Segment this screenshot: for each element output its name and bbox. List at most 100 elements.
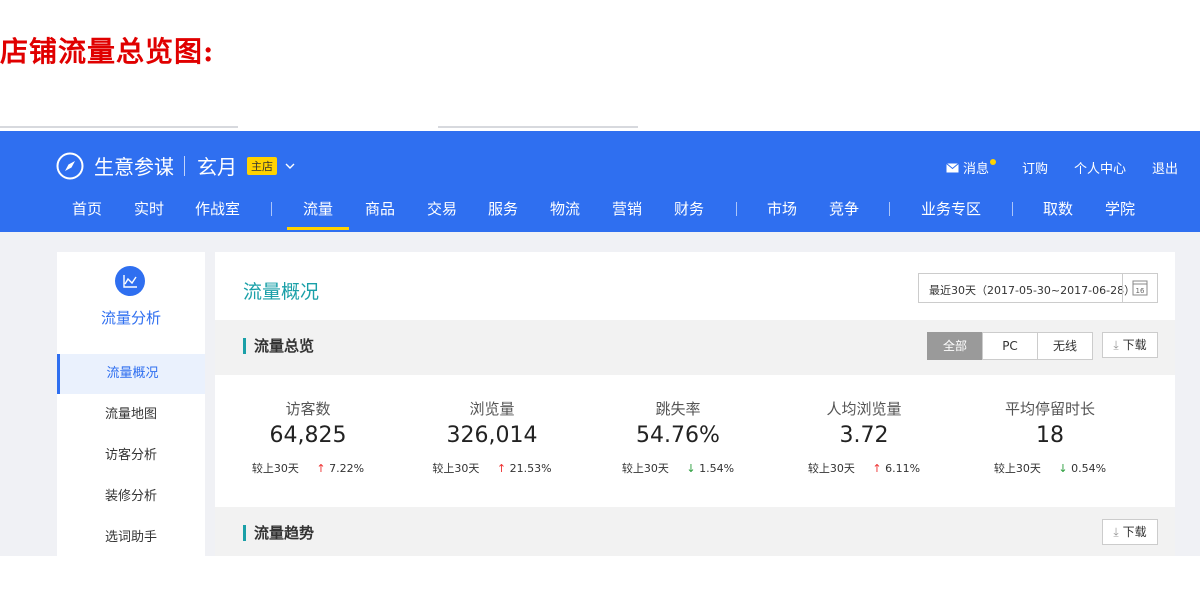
calendar-day: 16 xyxy=(1136,287,1145,295)
trend-title: 流量趋势 xyxy=(243,525,314,541)
brand-divider xyxy=(184,155,185,176)
subscribe-link[interactable]: 订购 xyxy=(1022,158,1048,177)
arrow-down-icon: ↓ xyxy=(686,462,696,475)
nav-item-finance[interactable]: 财务 xyxy=(674,198,704,219)
messages-link[interactable]: 消息 xyxy=(946,158,996,177)
nav-item-service[interactable]: 服务 xyxy=(488,198,518,219)
brand-name: 生意参谋 xyxy=(94,155,174,179)
nav-item-products[interactable]: 商品 xyxy=(365,198,395,219)
metric-pageviews: 浏览量 326,014 较上30天 ↑ 21.53% xyxy=(399,382,585,476)
download-label: 下载 xyxy=(1122,338,1147,352)
sidebar-item-traffic-map[interactable]: 流量地图 xyxy=(57,395,205,435)
notification-dot xyxy=(989,158,996,165)
metric-avg-stay-time: 平均停留时长 18 较上30天 ↓ 0.54% xyxy=(957,382,1143,476)
metric-value: 326,014 xyxy=(446,423,538,448)
compare-label: 较上30天 xyxy=(993,462,1041,475)
sidebar-title: 流量分析 xyxy=(100,309,161,327)
metric-label: 访客数 xyxy=(285,400,331,418)
profile-link[interactable]: 个人中心 xyxy=(1074,158,1126,177)
metric-compare: 较上30天 ↑ 7.22% xyxy=(215,460,401,476)
metric-value: 3.72 xyxy=(839,423,889,448)
filter-all-button[interactable]: 全部 xyxy=(927,332,983,360)
chevron-down-icon[interactable] xyxy=(285,161,295,171)
filter-pc-button[interactable]: PC xyxy=(982,332,1038,360)
compare-change: 1.54% xyxy=(699,462,735,475)
metric-value: 54.76% xyxy=(636,423,720,448)
main-nav: 首页 实时 作战室 流量 商品 交易 服务 物流 营销 财务 市场 竞争 业务专… xyxy=(0,191,1200,232)
sidebar-item-traffic-overview[interactable]: 流量概况 xyxy=(57,354,205,394)
metric-compare: 较上30天 ↓ 0.54% xyxy=(957,460,1143,476)
messages-label: 消息 xyxy=(962,162,989,177)
arrow-up-icon: ↑ xyxy=(316,462,326,475)
arrow-up-icon: ↑ xyxy=(872,462,882,475)
page-caption: 店铺流量总览图: xyxy=(0,35,215,68)
nav-item-logistics[interactable]: 物流 xyxy=(550,198,580,219)
nav-item-competition[interactable]: 竞争 xyxy=(829,198,859,219)
traffic-analysis-icon xyxy=(115,266,145,296)
calendar-icon[interactable]: 16 xyxy=(1122,274,1157,302)
compass-logo-icon xyxy=(56,152,84,179)
metric-bounce-rate: 跳失率 54.76% 较上30天 ↓ 1.54% xyxy=(585,382,771,476)
brand[interactable]: 生意参谋 玄月 主店 xyxy=(56,151,295,180)
sidebar-item-keyword-helper[interactable]: 选词助手 xyxy=(57,518,205,556)
nav-item-warroom[interactable]: 作战室 xyxy=(195,198,240,219)
app-header: 生意参谋 玄月 主店 消息 订购 个人中心 退出 首页 实时 作战室 流量 商品… xyxy=(0,131,1200,232)
trend-download-button[interactable]: ⤓ 下载 xyxy=(1102,519,1158,545)
nav-divider xyxy=(889,202,890,216)
metric-label: 人均浏览量 xyxy=(826,400,902,418)
metric-compare: 较上30天 ↓ 1.54% xyxy=(585,460,771,476)
metric-label: 跳失率 xyxy=(655,400,701,418)
arrow-down-icon: ↓ xyxy=(1058,462,1068,475)
download-icon: ⤓ xyxy=(1113,338,1119,352)
compare-label: 较上30天 xyxy=(251,462,299,475)
compare-label: 较上30天 xyxy=(621,462,669,475)
nav-item-market[interactable]: 市场 xyxy=(767,198,797,219)
nav-item-realtime[interactable]: 实时 xyxy=(134,198,164,219)
nav-item-home[interactable]: 首页 xyxy=(72,198,102,219)
overview-download-button[interactable]: ⤓ 下载 xyxy=(1102,332,1158,358)
arrow-up-icon: ↑ xyxy=(496,462,507,475)
metric-visitors: 访客数 64,825 较上30天 ↑ 7.22% xyxy=(215,382,401,476)
compare-change: 0.54% xyxy=(1071,462,1107,475)
main-content: 流量概况 最近30天（2017-05-30~2017-06-28） 16 流量总… xyxy=(215,252,1175,556)
shop-name[interactable]: 玄月 xyxy=(197,151,237,180)
app-screenshot: 生意参谋 玄月 主店 消息 订购 个人中心 退出 首页 实时 作战室 流量 商品… xyxy=(0,126,1200,556)
nav-item-academy[interactable]: 学院 xyxy=(1105,198,1135,219)
trend-header: 流量趋势 ⤓ 下载 xyxy=(215,507,1175,556)
date-range-picker[interactable]: 最近30天（2017-05-30~2017-06-28） 16 xyxy=(918,273,1158,303)
top-links: 消息 订购 个人中心 退出 xyxy=(920,158,1178,177)
page-title: 流量概况 xyxy=(243,281,320,303)
nav-divider xyxy=(271,202,272,216)
mail-icon xyxy=(946,162,959,172)
date-range-text: 最近30天（2017-05-30~2017-06-28） xyxy=(929,284,1136,297)
device-filter: 全部 PC 无线 xyxy=(927,332,1093,360)
compare-change: 21.53% xyxy=(509,462,552,475)
overview-header: 流量总览 全部 PC 无线 ⤓ 下载 xyxy=(215,320,1175,375)
nav-divider xyxy=(1012,202,1013,216)
filter-wireless-button[interactable]: 无线 xyxy=(1037,332,1093,360)
compare-label: 较上30天 xyxy=(807,462,855,475)
metric-value: 18 xyxy=(1036,423,1064,448)
download-icon: ⤓ xyxy=(1113,525,1119,539)
metric-compare: 较上30天 ↑ 6.11% xyxy=(771,460,957,476)
metric-value: 64,825 xyxy=(269,423,347,448)
shop-badge: 主店 xyxy=(247,156,277,175)
sidebar-item-visitor-analysis[interactable]: 访客分析 xyxy=(57,436,205,476)
compare-change: 6.11% xyxy=(885,462,921,475)
logout-link[interactable]: 退出 xyxy=(1152,158,1178,177)
download-label: 下载 xyxy=(1122,525,1147,539)
metric-compare: 较上30天 ↑ 21.53% xyxy=(399,460,585,476)
nav-item-data-fetch[interactable]: 取数 xyxy=(1043,198,1073,219)
nav-item-transactions[interactable]: 交易 xyxy=(427,198,457,219)
nav-item-traffic[interactable]: 流量 xyxy=(286,198,350,230)
metrics-row: 访客数 64,825 较上30天 ↑ 7.22% 浏览量 326,014 较上3… xyxy=(215,382,1175,502)
nav-item-business-zone[interactable]: 业务专区 xyxy=(921,198,981,219)
metric-pages-per-visitor: 人均浏览量 3.72 较上30天 ↑ 6.11% xyxy=(771,382,957,476)
compare-label: 较上30天 xyxy=(432,462,480,475)
sidebar-item-decoration-analysis[interactable]: 装修分析 xyxy=(57,477,205,517)
compare-change: 7.22% xyxy=(329,462,365,475)
nav-item-marketing[interactable]: 营销 xyxy=(612,198,642,219)
metric-label: 平均停留时长 xyxy=(1004,400,1095,418)
metric-label: 浏览量 xyxy=(469,400,515,418)
nav-divider xyxy=(736,202,737,216)
